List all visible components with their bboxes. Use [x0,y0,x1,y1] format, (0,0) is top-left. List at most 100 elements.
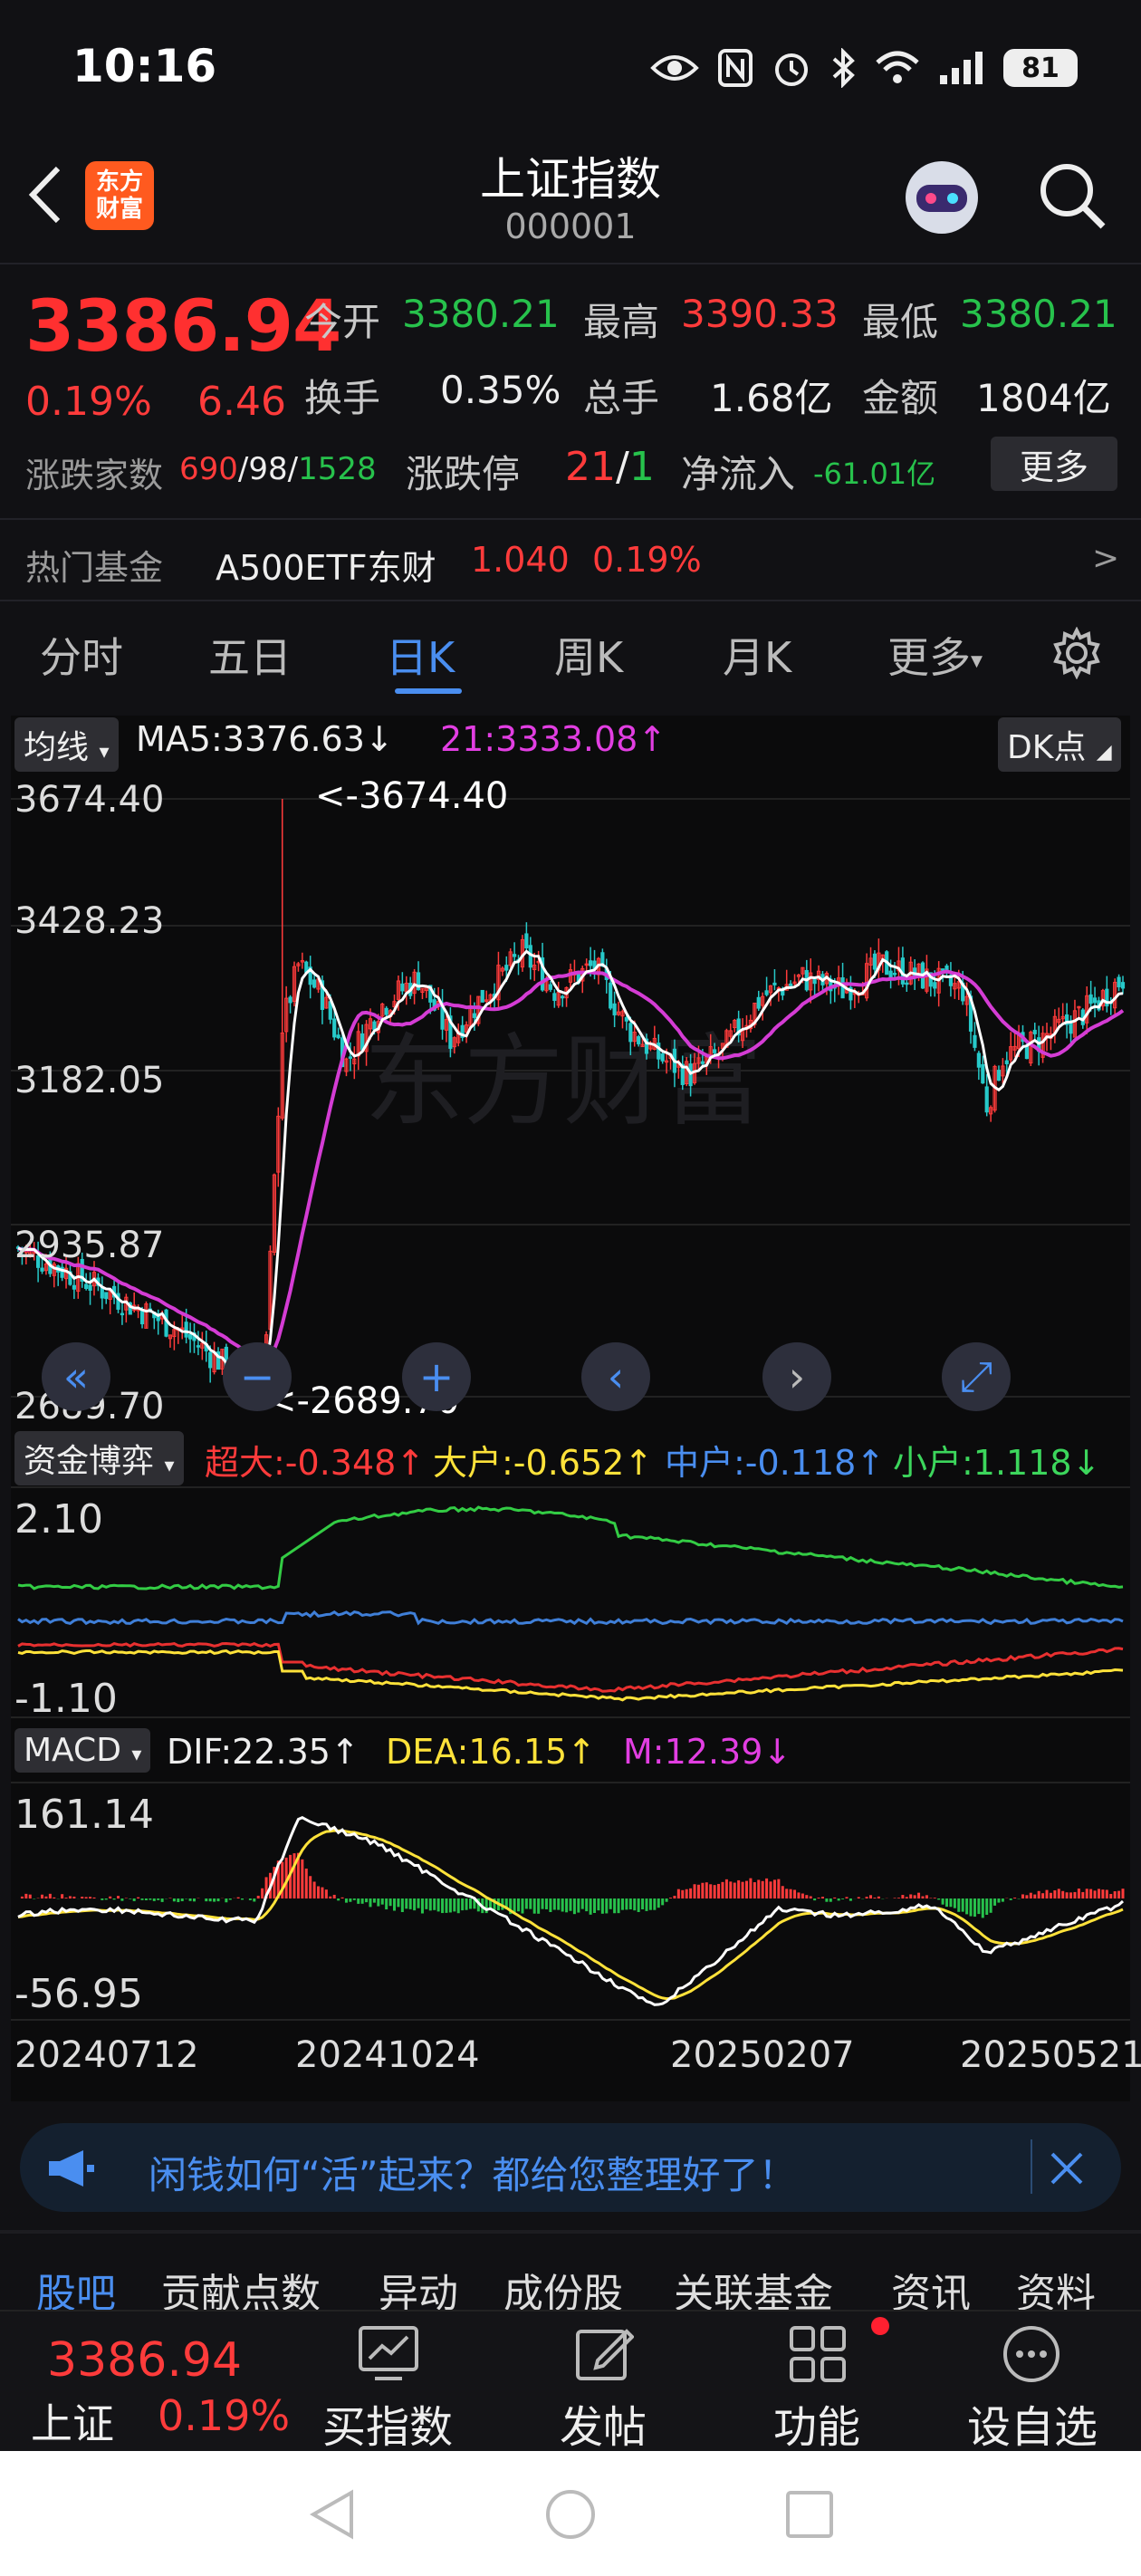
scroll-left-button[interactable]: ‹ [581,1342,650,1411]
macd-bar [1073,1891,1077,1898]
volume-label: 总手 [583,376,660,420]
chevron-right-icon: > [1092,540,1120,577]
ff-y-bottom: -1.10 [14,1676,118,1722]
turnover-label: 换手 [304,376,381,420]
macd-bar [869,1895,873,1898]
close-icon[interactable] [1049,2150,1085,2187]
macd-bar [120,1898,124,1901]
macd-bar [729,1881,733,1898]
macd-bar [724,1879,728,1898]
dif-line [17,1815,1125,2006]
macd-bar [1001,1898,1004,1902]
tab-daily-k[interactable]: 日K [386,625,455,685]
hot-fund-row[interactable] [0,520,1141,600]
macd-bar [24,1893,28,1898]
macd-bar [205,1898,208,1902]
indicator-selector[interactable]: 均线 ▾ [14,717,119,772]
zoom-in-button[interactable]: + [402,1342,471,1411]
tab-intraday[interactable]: 分时 [40,625,123,685]
limit-up: 21 [565,444,616,490]
system-recents-icon[interactable] [784,2489,835,2540]
macd-bar [969,1898,973,1917]
amount-value: 1804亿 [976,376,1111,420]
zoom-out-button[interactable]: − [223,1342,292,1411]
netflow-value: -61.01亿 [813,457,936,491]
settings-gear-icon[interactable] [1050,627,1103,679]
macd-bar [324,1889,328,1898]
macd-bar [301,1859,304,1898]
system-home-icon[interactable] [543,2487,598,2542]
macd-bar [705,1882,708,1898]
search-icon[interactable] [1036,159,1108,232]
open-value: 3380.21 [402,292,560,336]
macd-bar [733,1882,736,1898]
updown-counts: 690/98/1528 [179,451,377,487]
ma21-legend: 21:3333.08↑ [440,719,667,759]
function-grid-icon [790,2326,846,2382]
fund-flow-chart[interactable] [11,1485,1130,1721]
robot-assistant-icon[interactable] [898,154,985,241]
candle-body [120,1312,125,1316]
fund-flow-selector[interactable]: 资金博弈 ▾ [14,1431,184,1485]
macd-bar [321,1887,324,1898]
macd-bar [1033,1894,1037,1898]
candle-body [472,1013,477,1018]
macd-bar [681,1889,685,1898]
macd-chart[interactable] [11,1781,1130,2025]
macd-histogram [20,1852,1125,1918]
candle-body [504,965,509,971]
macd-bar [961,1898,964,1912]
scroll-right-button[interactable]: › [762,1342,831,1411]
macd-bar [72,1896,76,1898]
macd-bar [349,1898,352,1902]
fullscreen-icon[interactable]: ⤢ [942,1342,1011,1411]
candle-body [1088,994,1093,1004]
macd-bar [337,1898,340,1901]
macd-bar [405,1898,408,1909]
macd-bar [937,1898,941,1900]
macd-bar [101,1898,104,1900]
macd-bar [397,1898,400,1908]
macd-bar [537,1898,541,1914]
post-button[interactable]: 发帖 [522,2391,685,2455]
macd-bar [637,1898,640,1912]
buy-index-button[interactable]: 买指数 [306,2391,469,2455]
dk-point-button[interactable]: DK点 ◢ [998,717,1121,772]
macd-bar [1069,1892,1073,1898]
system-back-icon[interactable] [306,2487,357,2542]
macd-bar [20,1896,24,1898]
macd-bar [453,1898,456,1912]
macd-bar [841,1898,845,1899]
macd-bar [61,1894,64,1898]
macd-bar [925,1895,928,1898]
tab-monthly-k[interactable]: 月K [723,625,791,685]
candle-body [208,1351,213,1369]
candle-body [700,1061,705,1064]
more-button[interactable]: 更多 [991,437,1117,491]
macd-bar [600,1898,604,1914]
watermark: 东方财富 [364,1024,762,1139]
tab-more[interactable]: 更多▾ [887,625,983,685]
kline-chart[interactable]: 东方财富 [11,772,1130,1424]
candle-body [561,995,565,999]
candle-body [552,993,557,1002]
x-label-2: 20241024 [295,2034,480,2076]
macd-selector[interactable]: MACD ▾ [14,1728,151,1773]
candle-body [184,1322,188,1338]
scroll-left-fast-button[interactable]: « [42,1342,110,1411]
nav-name: 上证 [31,2399,114,2448]
function-button[interactable]: 功能 [735,2391,898,2455]
alarm-icon [775,53,808,86]
tab-five-day[interactable]: 五日 [208,625,292,685]
macd-bar [541,1898,544,1909]
add-watchlist-button[interactable]: 设自选 [951,2391,1114,2455]
macd-bar [317,1886,321,1898]
netflow-label: 净流入 [681,452,796,496]
macd-bar [532,1898,536,1914]
down-count: 1528 [298,451,377,487]
macd-bar [789,1889,792,1898]
hot-fund-label: 热门基金 [25,548,164,588]
tab-weekly-k[interactable]: 周K [554,625,623,685]
macd-bar [385,1898,388,1910]
macd-bar [1025,1895,1029,1898]
